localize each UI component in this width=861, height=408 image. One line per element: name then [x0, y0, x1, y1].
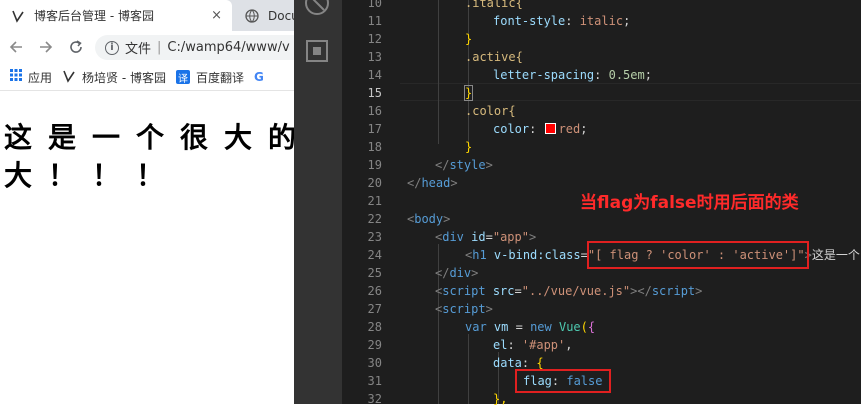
bookmarks-bar: 应用 杨培贤 - 博客园 译 百度翻译 G — [0, 64, 294, 91]
activity-bar — [294, 0, 342, 404]
line-number: 23 — [367, 230, 382, 244]
translate-icon: 译 — [175, 70, 190, 85]
code-line-13: .active{ — [465, 50, 523, 64]
code-line-20: </head> — [407, 176, 458, 190]
bookmark-label: 百度翻译 — [195, 70, 244, 85]
line-number: 20 — [367, 176, 382, 190]
address-bar[interactable]: i 文件 | C:/wamp64/www/v — [95, 35, 294, 60]
cnblogs-icon — [10, 8, 26, 24]
line-number: 29 — [367, 338, 382, 352]
bookmark-cnblogs[interactable]: 杨培贤 - 博客园 — [62, 69, 166, 86]
code-line-18: } — [465, 140, 473, 154]
bookmark-baidu-translate[interactable]: 译 百度翻译 — [175, 69, 244, 86]
code-line-22: <body> — [407, 212, 451, 226]
browser-toolbar: i 文件 | C:/wamp64/www/v — [0, 31, 294, 64]
tab-title: 博客后台管理 - 博客园 — [34, 9, 154, 23]
code-line-26: <script src="../vue/vue.js"></script> — [435, 284, 703, 298]
forward-icon[interactable] — [36, 37, 56, 57]
code-line-16: .color{ — [465, 104, 516, 118]
line-number: 16 — [367, 104, 382, 118]
indent-guide — [468, 334, 469, 404]
cnblogs-icon — [62, 69, 76, 86]
tab-docu[interactable]: Docu — [234, 0, 294, 31]
code-line-29: el: '#app', — [493, 338, 573, 352]
line-number: 25 — [367, 266, 382, 280]
close-icon[interactable]: × — [211, 8, 222, 23]
line-number: 21 — [367, 194, 382, 208]
google-icon: G — [254, 70, 264, 84]
code-line-12: } — [465, 32, 473, 46]
indent-guide — [438, 0, 439, 144]
line-number: 28 — [367, 320, 382, 334]
line-number: 31 — [367, 374, 382, 388]
code-line-15: } — [463, 85, 474, 101]
line-number: 14 — [367, 68, 382, 82]
debug-icon[interactable] — [304, 0, 330, 16]
highlight-box-class-expression — [587, 241, 809, 269]
tab-title: Docu — [268, 8, 294, 23]
highlight-box-flag-false — [515, 369, 611, 393]
line-number: 30 — [367, 356, 382, 370]
address-url: C:/wamp64/www/v — [167, 40, 290, 55]
address-scheme-label: 文件 — [125, 42, 152, 57]
line-number: 27 — [367, 302, 382, 316]
bookmark-google[interactable]: G — [254, 70, 270, 84]
line-number: 12 — [367, 32, 382, 46]
browser-window: 博客后台管理 - 博客园 × Docu i 文件 | C:/wamp64/www… — [0, 0, 294, 404]
page-heading-line-2: 大！！！ — [4, 159, 181, 192]
line-number: 19 — [367, 158, 382, 172]
info-icon[interactable]: i — [105, 40, 119, 55]
line-number: 17 — [367, 122, 382, 136]
line-number: 22 — [367, 212, 382, 226]
indent-guide — [468, 0, 469, 144]
code-line-11: font-style: italic; — [493, 14, 631, 28]
tab-strip: 博客后台管理 - 博客园 × Docu — [0, 0, 294, 31]
globe-icon — [244, 8, 260, 24]
code-line-19: </style> — [435, 158, 493, 172]
code-line-23: <div id="app"> — [435, 230, 537, 244]
line-number: 18 — [367, 140, 382, 154]
line-number: 11 — [367, 14, 382, 28]
code-line-14: letter-spacing: 0.5em; — [493, 68, 652, 82]
code-line-28: var vm = new Vue({ — [465, 320, 596, 334]
line-number: 10 — [367, 0, 382, 10]
page-heading-line-1: 这是一个很大的 — [4, 121, 294, 154]
apps-icon — [10, 69, 22, 85]
extensions-icon[interactable] — [304, 38, 330, 64]
code-line-27: <script> — [435, 302, 493, 316]
line-number-current: 15 — [367, 86, 382, 100]
line-number: 32 — [367, 392, 382, 406]
code-line-25: </div> — [435, 266, 479, 280]
line-number: 24 — [367, 248, 382, 262]
code-line-17: color: red; — [493, 122, 588, 136]
tab-blog-admin[interactable]: 博客后台管理 - 博客园 × — [0, 0, 232, 31]
line-number: 13 — [367, 50, 382, 64]
address-separator: | — [157, 40, 162, 55]
bookmark-apps[interactable]: 应用 — [10, 69, 52, 86]
bookmark-label: 应用 — [28, 70, 53, 85]
code-line-10: .italic{ — [465, 0, 523, 10]
line-number: 26 — [367, 284, 382, 298]
back-icon[interactable] — [6, 37, 26, 57]
reload-icon[interactable] — [66, 37, 86, 57]
annotation-text: 当flag为false时用后面的类 — [580, 193, 799, 213]
bookmark-label: 杨培贤 - 博客园 — [82, 70, 166, 85]
color-swatch[interactable] — [544, 123, 556, 134]
code-line-32: }, — [493, 392, 508, 406]
